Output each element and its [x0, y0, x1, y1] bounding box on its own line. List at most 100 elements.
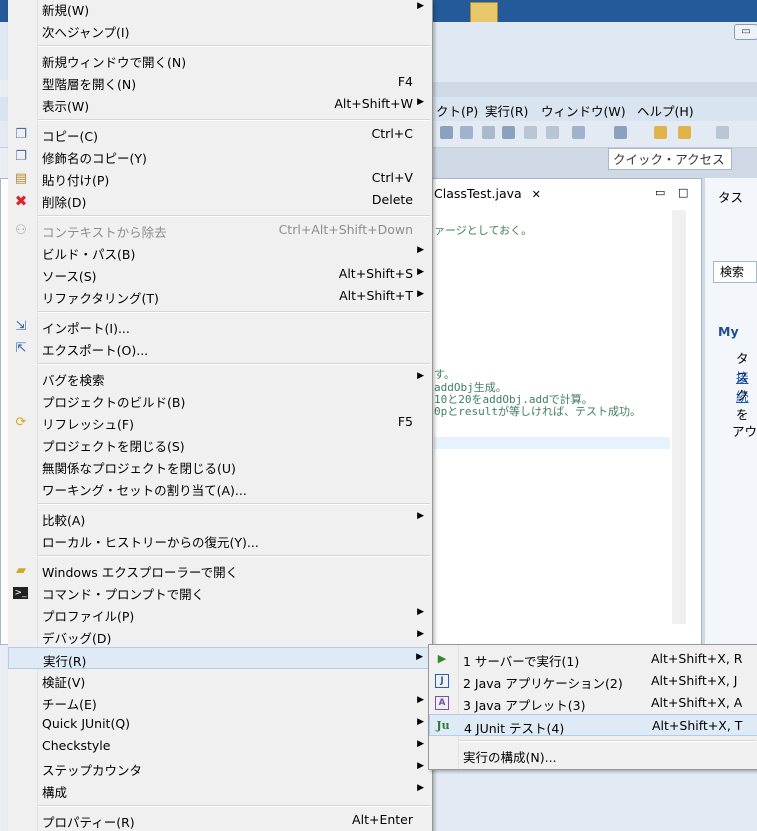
submenu-arrow-icon: ▶: [417, 245, 424, 255]
editor-tab[interactable]: ClassTest.java ✕: [426, 182, 554, 206]
menu-separator: [38, 119, 430, 121]
submenu-item-label: 4 JUnit テスト(4): [464, 721, 565, 736]
menu-item-source[interactable]: ソース(S) Alt+Shift+S ▶: [8, 263, 432, 285]
bottom-area: [430, 770, 757, 831]
menu-item-copy[interactable]: ❐ コピー(C) Ctrl+C: [8, 123, 432, 145]
menu-item-paste[interactable]: ▤ 貼り付け(P) Ctrl+V: [8, 167, 432, 189]
copy-icon: ❐: [15, 127, 27, 142]
minimize-view-icon[interactable]: ▭: [655, 186, 665, 199]
java-app-icon: J: [435, 674, 449, 688]
menu-item-label: バグを検索: [42, 373, 105, 388]
menu-project[interactable]: クト(P): [436, 101, 478, 120]
menu-item-label: リフレッシュ(F): [42, 417, 134, 432]
menu-separator: [38, 311, 430, 313]
submenu-arrow-icon: ▶: [417, 371, 424, 381]
menu-item-profile[interactable]: プロファイル(P) ▶: [8, 603, 432, 625]
toolbar-icon-d[interactable]: [502, 126, 515, 139]
menu-item-delete[interactable]: ✖ 削除(D) Delete: [8, 189, 432, 211]
submenu-arrow-icon: ▶: [416, 652, 423, 662]
menu-item-jump[interactable]: 次へジャンプ(I): [8, 19, 432, 41]
forward-arrow-icon[interactable]: [678, 126, 691, 139]
menu-item-build-path[interactable]: ビルド・パス(B) ▶: [8, 241, 432, 263]
submenu-item-java-applet[interactable]: A 3 Java アプレット(3) Alt+Shift+X, A: [429, 692, 757, 714]
code-line: 0pとresultが等しければ、テスト成功。: [434, 405, 641, 418]
folder-icon[interactable]: [470, 2, 498, 23]
menu-item-label: 表示(W): [42, 99, 90, 114]
editor-scrollbar[interactable]: [672, 210, 686, 624]
menu-item-refresh[interactable]: ⟳ リフレッシュ(F) F5: [8, 411, 432, 433]
submenu-item-label: 実行の構成(N)...: [463, 750, 557, 765]
junit-icon: Ju: [436, 719, 450, 732]
toolbar-icon-a[interactable]: [440, 126, 453, 139]
menu-item-label: 次へジャンプ(I): [42, 25, 130, 40]
submenu-item-shortcut: Alt+Shift+X, A: [651, 695, 743, 710]
submenu-item-run-server[interactable]: ▶ 1 サーバーで実行(1) Alt+Shift+X, R: [429, 648, 757, 670]
menu-window[interactable]: ウィンドウ(W): [541, 101, 626, 120]
menu-item-assign-working-set[interactable]: ワーキング・セットの割り当て(A)...: [8, 477, 432, 499]
toolbar-icon-h[interactable]: [614, 126, 627, 139]
submenu-item-java-app[interactable]: J 2 Java アプリケーション(2) Alt+Shift+X, J: [429, 670, 757, 692]
menu-item-properties[interactable]: プロパティー(R) Alt+Enter: [8, 809, 432, 831]
context-menu: 新規(W) ▶ 次へジャンプ(I) 新規ウィンドウで開く(N) 型階層を開く(N…: [8, 0, 433, 831]
menu-item-find-bugs[interactable]: バグを検索 ▶: [8, 367, 432, 389]
delete-icon: ✖: [14, 192, 28, 210]
menu-item-new[interactable]: 新規(W) ▶: [8, 0, 432, 19]
minimize-icon[interactable]: ▭: [734, 24, 757, 40]
menu-item-copy-qualified[interactable]: ❐ 修飾名のコピー(Y): [8, 145, 432, 167]
menu-item-label: ローカル・ヒストリーからの復元(Y)...: [42, 535, 259, 550]
menu-item-configure[interactable]: 構成 ▶: [8, 779, 432, 801]
menu-item-shortcut: Ctrl+V: [371, 170, 413, 185]
nav-arrow-icon[interactable]: [716, 126, 729, 139]
menu-help[interactable]: ヘルプ(H): [637, 101, 694, 120]
menu-item-compare[interactable]: 比較(A) ▶: [8, 507, 432, 529]
outline-tab[interactable]: アウ: [732, 421, 757, 440]
task-search-field[interactable]: 検索: [713, 261, 757, 283]
menu-item-label: 新規(W): [42, 3, 90, 18]
menu-item-build-project[interactable]: プロジェクトのビルド(B): [8, 389, 432, 411]
menu-item-label: ソース(S): [42, 269, 97, 284]
menu-item-export[interactable]: ⇱ エクスポート(O)...: [8, 337, 432, 359]
submenu-item-shortcut: Alt+Shift+X, R: [651, 651, 743, 666]
submenu-item-run-configurations[interactable]: 実行の構成(N)...: [429, 744, 757, 766]
menu-item-checkstyle[interactable]: Checkstyle ▶: [8, 735, 432, 757]
menu-item-label: ビルド・パス(B): [42, 247, 136, 262]
tasks-tab[interactable]: タス: [718, 187, 743, 206]
menu-item-run[interactable]: 実行(R) ▶: [8, 647, 432, 669]
menu-run[interactable]: 実行(R): [485, 101, 528, 120]
menu-item-validate[interactable]: 検証(V): [8, 669, 432, 691]
menu-item-label: Checkstyle: [42, 738, 111, 753]
toolbar-icon-g[interactable]: [572, 126, 585, 139]
menu-item-new-window[interactable]: 新規ウィンドウで開く(N): [8, 49, 432, 71]
mylyn-text-2: クを: [736, 388, 749, 422]
toolbar-icon-c[interactable]: [482, 126, 495, 139]
submenu-arrow-icon: ▶: [417, 511, 424, 521]
submenu-arrow-icon: ▶: [417, 629, 424, 639]
back-arrow-icon[interactable]: [654, 126, 667, 139]
menu-item-close-project[interactable]: プロジェクトを閉じる(S): [8, 433, 432, 455]
command-prompt-icon: >_: [13, 587, 28, 599]
refresh-icon: ⟳: [15, 415, 27, 430]
toolbar-icon-b[interactable]: [460, 126, 473, 139]
menu-item-show[interactable]: 表示(W) Alt+Shift+W ▶: [8, 93, 432, 115]
quick-access-input[interactable]: クイック・アクセス: [608, 148, 732, 170]
menu-item-type-hierarchy[interactable]: 型階層を開く(N) F4: [8, 71, 432, 93]
menu-item-import[interactable]: ⇲ インポート(I)...: [8, 315, 432, 337]
menu-item-open-command-prompt[interactable]: >_ コマンド・プロンプトで開く: [8, 581, 432, 603]
close-icon[interactable]: ✕: [532, 188, 541, 201]
toolbar-icon-e[interactable]: [524, 126, 537, 139]
menu-item-open-explorer[interactable]: ▰ Windows エクスプローラーで開く: [8, 559, 432, 581]
menu-item-quick-junit[interactable]: Quick JUnit(Q) ▶: [8, 713, 432, 735]
toolbar-icon-f[interactable]: [546, 126, 559, 139]
submenu-arrow-icon: ▶: [417, 267, 424, 277]
menu-item-step-counter[interactable]: ステップカウンタ ▶: [8, 757, 432, 779]
editor-tab-label: ClassTest.java: [434, 186, 522, 201]
menu-item-restore-history[interactable]: ローカル・ヒストリーからの復元(Y)...: [8, 529, 432, 551]
menu-item-team[interactable]: チーム(E) ▶: [8, 691, 432, 713]
menu-item-label: ワーキング・セットの割り当て(A)...: [42, 483, 247, 498]
menu-item-refactoring[interactable]: リファクタリング(T) Alt+Shift+T ▶: [8, 285, 432, 307]
menu-item-label: プロジェクトを閉じる(S): [42, 439, 185, 454]
submenu-item-junit[interactable]: Ju 4 JUnit テスト(4) Alt+Shift+X, T: [429, 714, 757, 736]
maximize-view-icon[interactable]: □: [678, 186, 688, 199]
menu-item-close-unrelated[interactable]: 無関係なプロジェクトを閉じる(U): [8, 455, 432, 477]
menu-item-debug[interactable]: デバッグ(D) ▶: [8, 625, 432, 647]
